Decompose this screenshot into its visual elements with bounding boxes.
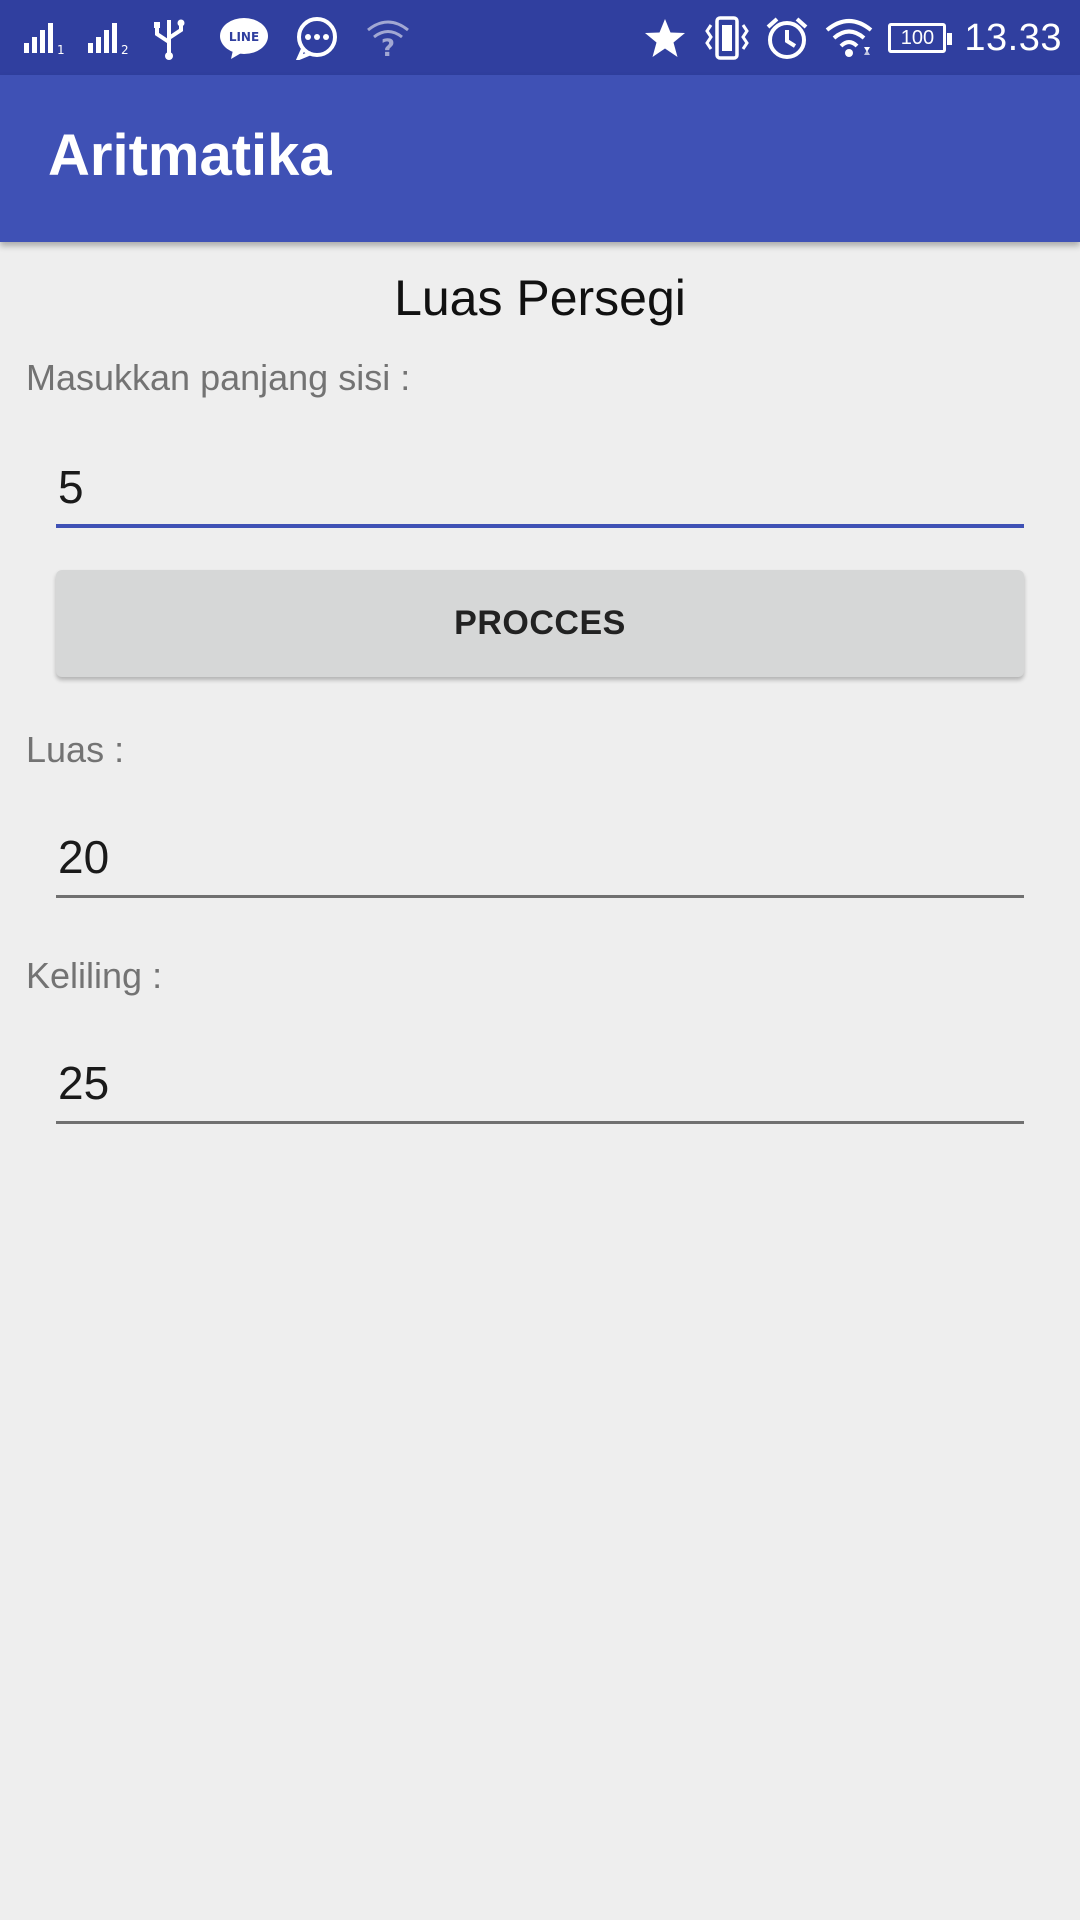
page-heading: Luas Persegi <box>394 270 686 326</box>
side-length-label: Masukkan panjang sisi : <box>26 357 411 398</box>
vibrate-icon <box>702 12 752 64</box>
status-bar: 1 2 LINE ? 100 13.33 <box>0 0 1080 75</box>
svg-text:LINE: LINE <box>229 30 259 44</box>
signal-sim2-icon: 2 <box>88 12 134 64</box>
svg-text:2: 2 <box>121 43 129 55</box>
app-bar: Aritmatika <box>0 75 1080 242</box>
perimeter-label: Keliling : <box>26 955 163 996</box>
side-length-input[interactable]: 5 <box>56 452 1024 528</box>
star-icon <box>642 12 688 64</box>
svg-text:?: ? <box>381 34 395 58</box>
area-field[interactable]: 20 <box>56 822 1024 898</box>
alarm-icon <box>764 12 810 64</box>
status-time: 13.33 <box>964 16 1062 59</box>
app-title: Aritmatika <box>48 123 332 188</box>
line-app-icon: LINE <box>218 12 270 64</box>
signal-sim1-icon: 1 <box>24 12 70 64</box>
battery-level-text: 100 <box>900 27 935 49</box>
usb-icon <box>148 12 190 64</box>
wifi-icon <box>824 12 874 64</box>
status-right-icons: 100 13.33 <box>642 12 1062 64</box>
chat-bubble-icon <box>292 12 342 64</box>
svg-text:1: 1 <box>57 43 65 55</box>
area-label: Luas : <box>26 729 125 770</box>
wifi-unknown-icon: ? <box>364 12 412 64</box>
process-button[interactable]: PROCCES <box>56 570 1024 677</box>
perimeter-field[interactable]: 25 <box>56 1048 1024 1124</box>
battery-icon: 100 <box>888 12 953 64</box>
status-left-icons: 1 2 LINE ? <box>24 12 412 64</box>
